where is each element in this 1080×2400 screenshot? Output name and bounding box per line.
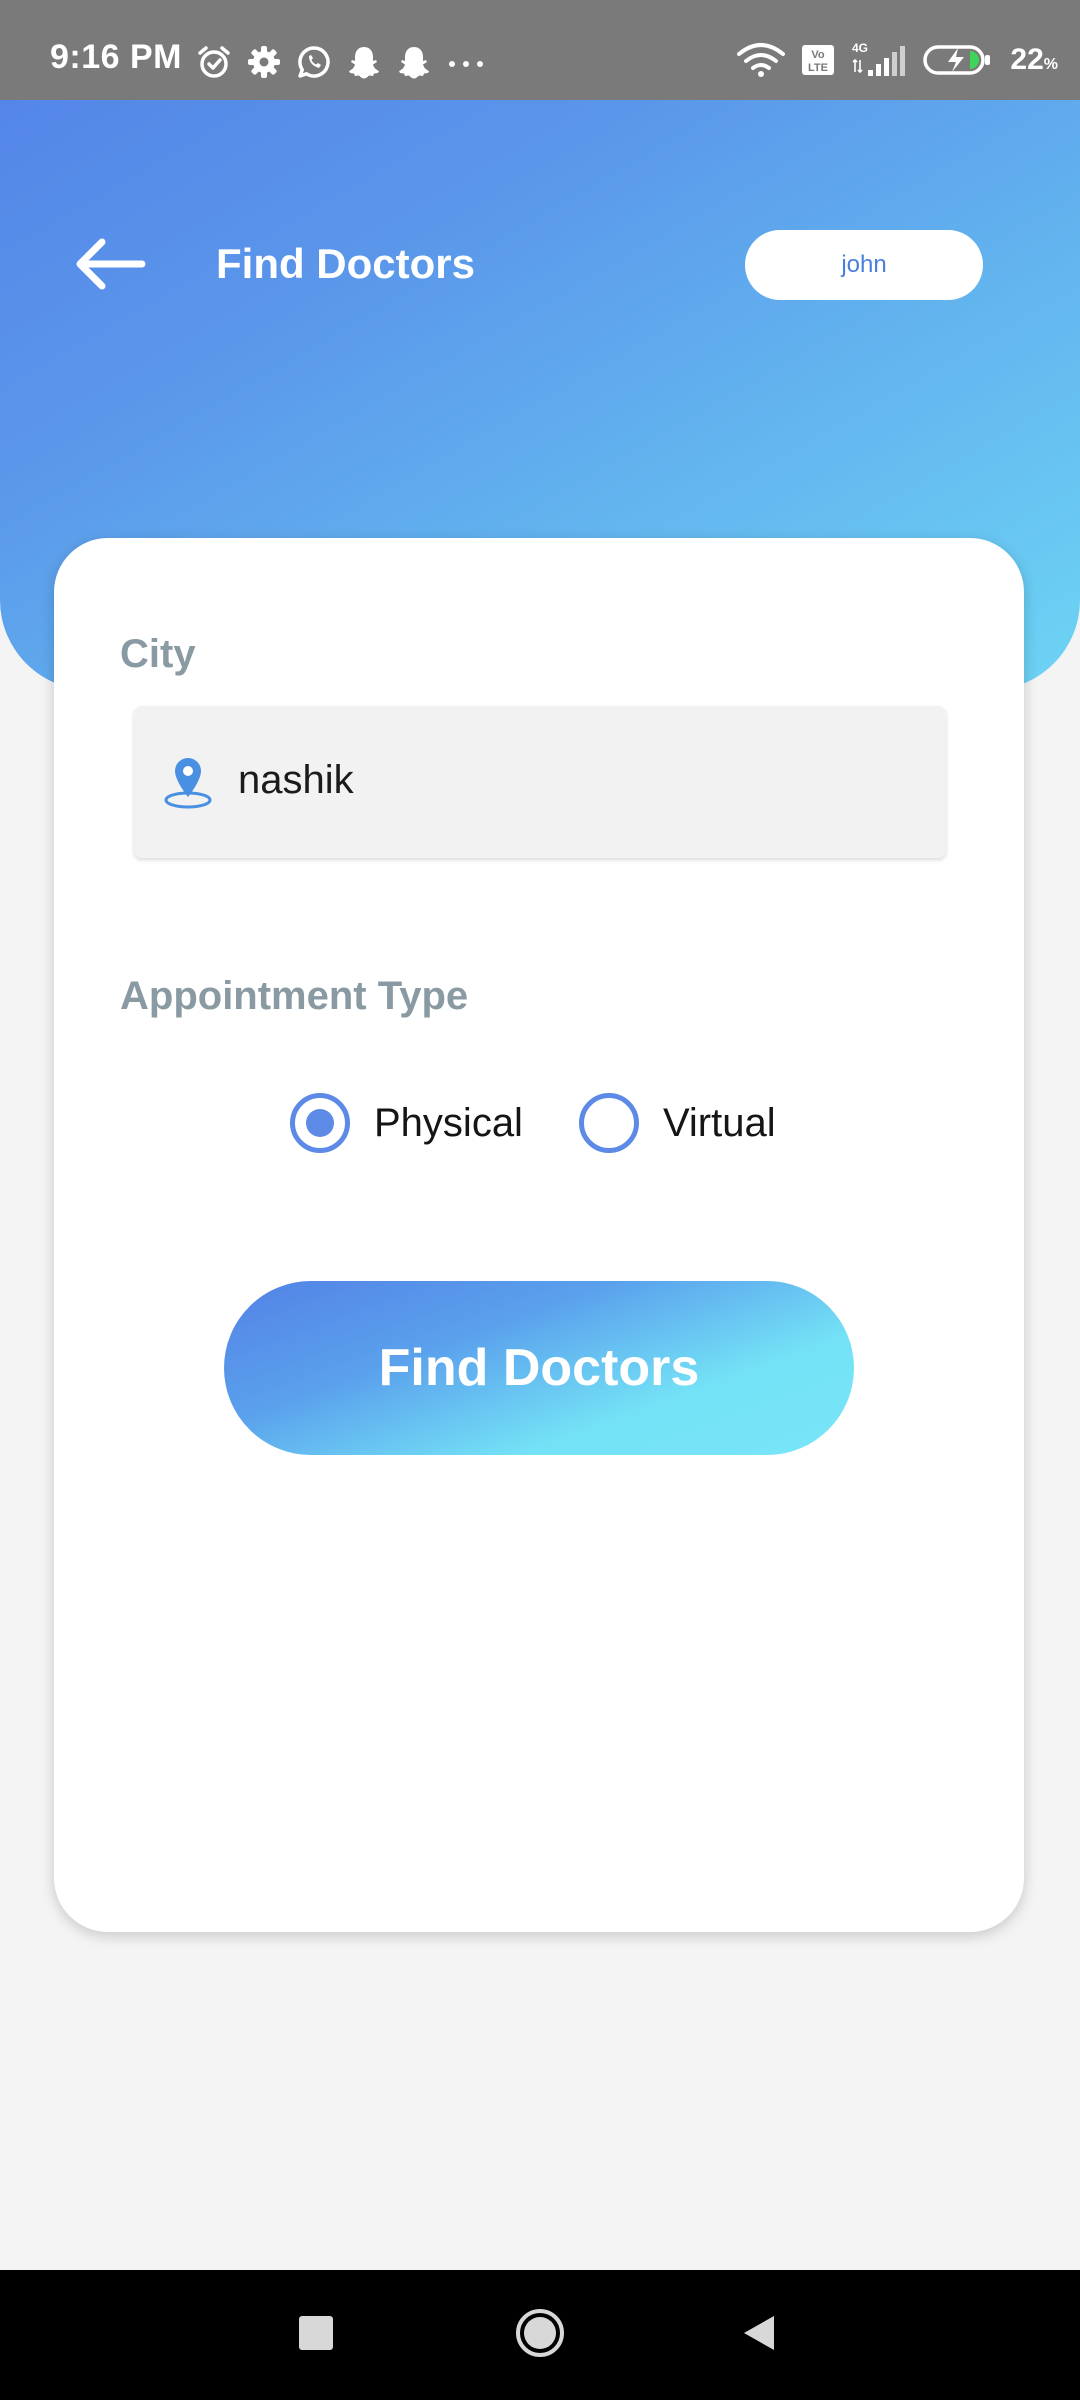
status-time: 9:16 PM — [50, 38, 182, 76]
alarm-icon — [196, 44, 232, 80]
system-back-button[interactable] — [720, 2270, 800, 2400]
back-icon — [740, 2313, 780, 2358]
user-name: john — [841, 251, 887, 278]
city-input[interactable]: nashik — [134, 706, 946, 858]
svg-text:LTE: LTE — [808, 62, 828, 74]
recents-button[interactable] — [280, 2270, 352, 2400]
radio-label-virtual: Virtual — [662, 1100, 776, 1145]
location-pin-icon — [162, 756, 214, 815]
volte-icon: Vo LTE — [800, 42, 836, 78]
svg-text:4G: 4G — [852, 41, 868, 55]
notification-icons — [196, 44, 486, 80]
snapchat-icon — [396, 44, 432, 80]
back-button[interactable] — [72, 236, 148, 292]
battery-charging-icon — [922, 42, 992, 78]
arrow-left-icon — [72, 238, 148, 296]
city-label: City — [120, 632, 196, 676]
wifi-icon — [736, 42, 786, 78]
recents-icon — [298, 2315, 334, 2356]
appointment-type-label: Appointment Type — [120, 974, 469, 1018]
svg-text:Vo: Vo — [812, 49, 826, 61]
appointment-type-radio-group: Physical Virtual — [290, 1093, 776, 1153]
radio-button-checked[interactable] — [290, 1093, 350, 1153]
settings-icon — [246, 44, 282, 80]
city-value: nashik — [238, 758, 354, 802]
whatsapp-icon — [296, 44, 332, 80]
battery-level: 22% — [1010, 43, 1058, 76]
search-card: City nashik Appointment Type Physical Vi… — [54, 538, 1024, 1932]
status-bar: 9:16 PM Vo LTE 4G 22% — [0, 0, 1080, 100]
find-doctors-button[interactable]: Find Doctors — [224, 1281, 854, 1455]
radio-physical[interactable]: Physical — [290, 1093, 523, 1153]
radio-label-physical: Physical — [374, 1100, 523, 1145]
signal-4g-icon: 4G — [850, 40, 908, 80]
home-button[interactable] — [500, 2270, 580, 2400]
radio-virtual[interactable]: Virtual — [578, 1093, 776, 1153]
more-notifications-icon — [446, 44, 486, 80]
system-icons: Vo LTE 4G 22% — [736, 40, 1058, 80]
radio-button-unchecked[interactable] — [578, 1093, 639, 1153]
home-icon — [514, 2307, 566, 2364]
snapchat-icon — [346, 44, 382, 80]
page-title: Find Doctors — [216, 240, 475, 287]
navigation-bar — [0, 2270, 1080, 2400]
user-profile-button[interactable]: john — [745, 230, 983, 300]
